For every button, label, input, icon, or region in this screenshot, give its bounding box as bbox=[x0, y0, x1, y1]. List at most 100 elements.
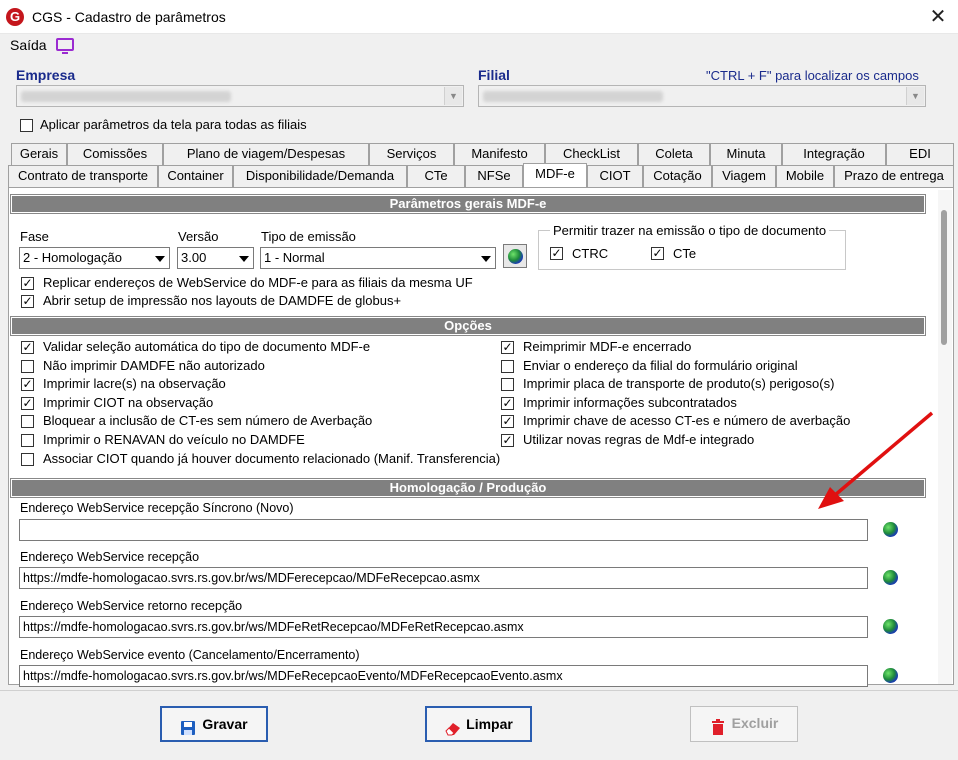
window-title: CGS - Cadastro de parâmetros bbox=[32, 9, 226, 25]
filial-label: Filial bbox=[478, 67, 510, 83]
abrir-setup-checkbox[interactable]: ✓ bbox=[21, 295, 34, 308]
empresa-combo[interactable]: ▼ bbox=[16, 85, 464, 107]
aplicar-checkbox[interactable] bbox=[20, 119, 33, 132]
opcao-label: Imprimir CIOT na observação bbox=[43, 394, 214, 410]
menu-saida[interactable]: Saída bbox=[10, 37, 47, 53]
globe-button[interactable] bbox=[503, 244, 527, 268]
excluir-label: Excluir bbox=[731, 715, 779, 731]
opcao-checkbox[interactable]: ✓ bbox=[501, 341, 514, 354]
replicar-checkbox[interactable]: ✓ bbox=[21, 277, 34, 290]
tab-cte[interactable]: CTe bbox=[407, 165, 465, 187]
tab-mobile[interactable]: Mobile bbox=[776, 165, 834, 187]
tab-label: Prazo de entrega bbox=[844, 168, 944, 183]
chevron-down-icon[interactable] bbox=[477, 249, 494, 267]
opcao-label: Validar seleção automática do tipo de do… bbox=[43, 339, 371, 354]
tab-ciot[interactable]: CIOT bbox=[587, 165, 643, 187]
cte-checkbox[interactable]: ✓ bbox=[651, 247, 664, 260]
save-icon bbox=[180, 715, 196, 736]
tab-minuta[interactable]: Minuta bbox=[710, 143, 782, 165]
opcao-checkbox[interactable]: ✓ bbox=[21, 341, 34, 354]
opcao-checkbox[interactable] bbox=[21, 359, 34, 373]
tab-label: Manifesto bbox=[471, 146, 528, 161]
filial-combo[interactable]: ▼ bbox=[478, 85, 926, 107]
opcao-checkbox[interactable] bbox=[501, 378, 514, 392]
gravar-label: Gravar bbox=[202, 716, 248, 732]
ctrc-checkbox[interactable]: ✓ bbox=[550, 247, 563, 260]
opcao-checkbox[interactable] bbox=[21, 434, 34, 447]
tab-label: NFSe bbox=[477, 168, 511, 183]
tab-label: CIOT bbox=[599, 168, 631, 183]
tab-edi[interactable]: EDI bbox=[886, 143, 954, 165]
tab-manifesto[interactable]: Manifesto bbox=[454, 143, 545, 165]
cte-label: CTe bbox=[673, 246, 697, 261]
tab-label: CheckList bbox=[562, 146, 621, 161]
chevron-down-icon[interactable]: ▼ bbox=[906, 87, 924, 105]
tab-container[interactable]: Container bbox=[158, 165, 233, 187]
aplicar-label: Aplicar parâmetros da tela para todas as… bbox=[40, 117, 307, 132]
chevron-down-icon[interactable]: ▼ bbox=[444, 87, 462, 105]
versao-value: 3.00 bbox=[181, 250, 207, 265]
title-bar: G CGS - Cadastro de parâmetros ✕ bbox=[0, 0, 958, 34]
globe-icon[interactable] bbox=[883, 619, 898, 634]
tab-label: Plano de viagem/Despesas bbox=[186, 146, 346, 161]
tab-cotacao[interactable]: Cotação bbox=[643, 165, 712, 187]
tab-comissoes[interactable]: Comissões bbox=[67, 143, 163, 165]
excluir-button[interactable]: Excluir bbox=[690, 706, 798, 742]
opcao-checkbox[interactable] bbox=[501, 359, 514, 373]
tab-plano-viagem[interactable]: Plano de viagem/Despesas bbox=[163, 143, 369, 165]
ws-evento-input[interactable]: https://mdfe-homologacao.svrs.rs.gov.br/… bbox=[19, 665, 868, 687]
abrir-setup-label: Abrir setup de impressão nos layouts de … bbox=[43, 293, 402, 308]
empresa-label: Empresa bbox=[16, 67, 76, 83]
tab-checklist[interactable]: CheckList bbox=[545, 143, 638, 165]
monitor-icon[interactable] bbox=[56, 38, 74, 54]
section-header-homologacao: Homologação / Produção bbox=[10, 478, 926, 498]
chevron-down-icon[interactable] bbox=[151, 249, 168, 267]
fase-select[interactable]: 2 - Homologação bbox=[19, 247, 170, 269]
scrollbar-thumb[interactable] bbox=[941, 210, 947, 345]
redacted-text bbox=[21, 91, 231, 102]
tab-prazo-entrega[interactable]: Prazo de entrega bbox=[834, 165, 954, 187]
redacted-text bbox=[483, 91, 663, 102]
limpar-button[interactable]: Limpar bbox=[425, 706, 532, 742]
opcao-checkbox[interactable]: ✓ bbox=[501, 434, 514, 447]
eraser-icon bbox=[444, 715, 461, 736]
tab-contrato-transporte[interactable]: Contrato de transporte bbox=[8, 165, 158, 187]
ws-field-label: Endereço WebService retorno recepção bbox=[20, 599, 243, 613]
tab-coleta[interactable]: Coleta bbox=[638, 143, 710, 165]
ws-field-label: Endereço WebService recepção bbox=[20, 550, 200, 564]
close-icon[interactable]: ✕ bbox=[924, 4, 952, 30]
limpar-label: Limpar bbox=[466, 716, 513, 732]
tab-label: CTe bbox=[424, 168, 448, 183]
tab-label: Disponibilidade/Demanda bbox=[245, 168, 395, 183]
tab-servicos[interactable]: Serviços bbox=[369, 143, 454, 165]
tab-mdfe[interactable]: MDF-e bbox=[523, 163, 587, 187]
ws-retorno-input[interactable]: https://mdfe-homologacao.svrs.rs.gov.br/… bbox=[19, 616, 868, 638]
opcao-checkbox[interactable]: ✓ bbox=[21, 378, 34, 392]
opcao-checkbox[interactable]: ✓ bbox=[501, 415, 514, 429]
tab-integracao[interactable]: Integração bbox=[782, 143, 886, 165]
ws-sincrono-input[interactable] bbox=[19, 519, 868, 541]
globe-icon[interactable] bbox=[883, 668, 898, 683]
tab-viagem[interactable]: Viagem bbox=[712, 165, 776, 187]
tab-label: Gerais bbox=[19, 146, 59, 161]
tipo-emissao-select[interactable]: 1 - Normal bbox=[260, 247, 496, 269]
opcao-label: Associar CIOT quando já houver documento… bbox=[43, 450, 501, 466]
fase-label: Fase bbox=[20, 229, 49, 244]
tab-disponibilidade[interactable]: Disponibilidade/Demanda bbox=[233, 165, 407, 187]
ctrc-label: CTRC bbox=[572, 246, 609, 261]
opcao-checkbox[interactable] bbox=[21, 415, 34, 429]
chevron-down-icon[interactable] bbox=[235, 249, 252, 267]
opcao-checkbox[interactable]: ✓ bbox=[501, 396, 514, 410]
tab-nfse[interactable]: NFSe bbox=[465, 165, 523, 187]
replicar-label: Replicar endereços de WebService do MDF-… bbox=[43, 275, 473, 290]
section-header-gerais: Parâmetros gerais MDF-e bbox=[10, 194, 926, 214]
versao-select[interactable]: 3.00 bbox=[177, 247, 254, 269]
opcao-label: Imprimir lacre(s) na observação bbox=[43, 376, 226, 392]
ws-recepcao-input[interactable]: https://mdfe-homologacao.svrs.rs.gov.br/… bbox=[19, 567, 868, 589]
opcao-checkbox[interactable] bbox=[21, 452, 34, 466]
globe-icon[interactable] bbox=[883, 570, 898, 585]
opcao-checkbox[interactable]: ✓ bbox=[21, 396, 34, 410]
gravar-button[interactable]: Gravar bbox=[160, 706, 268, 742]
tab-gerais[interactable]: Gerais bbox=[11, 143, 67, 165]
globe-icon[interactable] bbox=[883, 522, 898, 537]
